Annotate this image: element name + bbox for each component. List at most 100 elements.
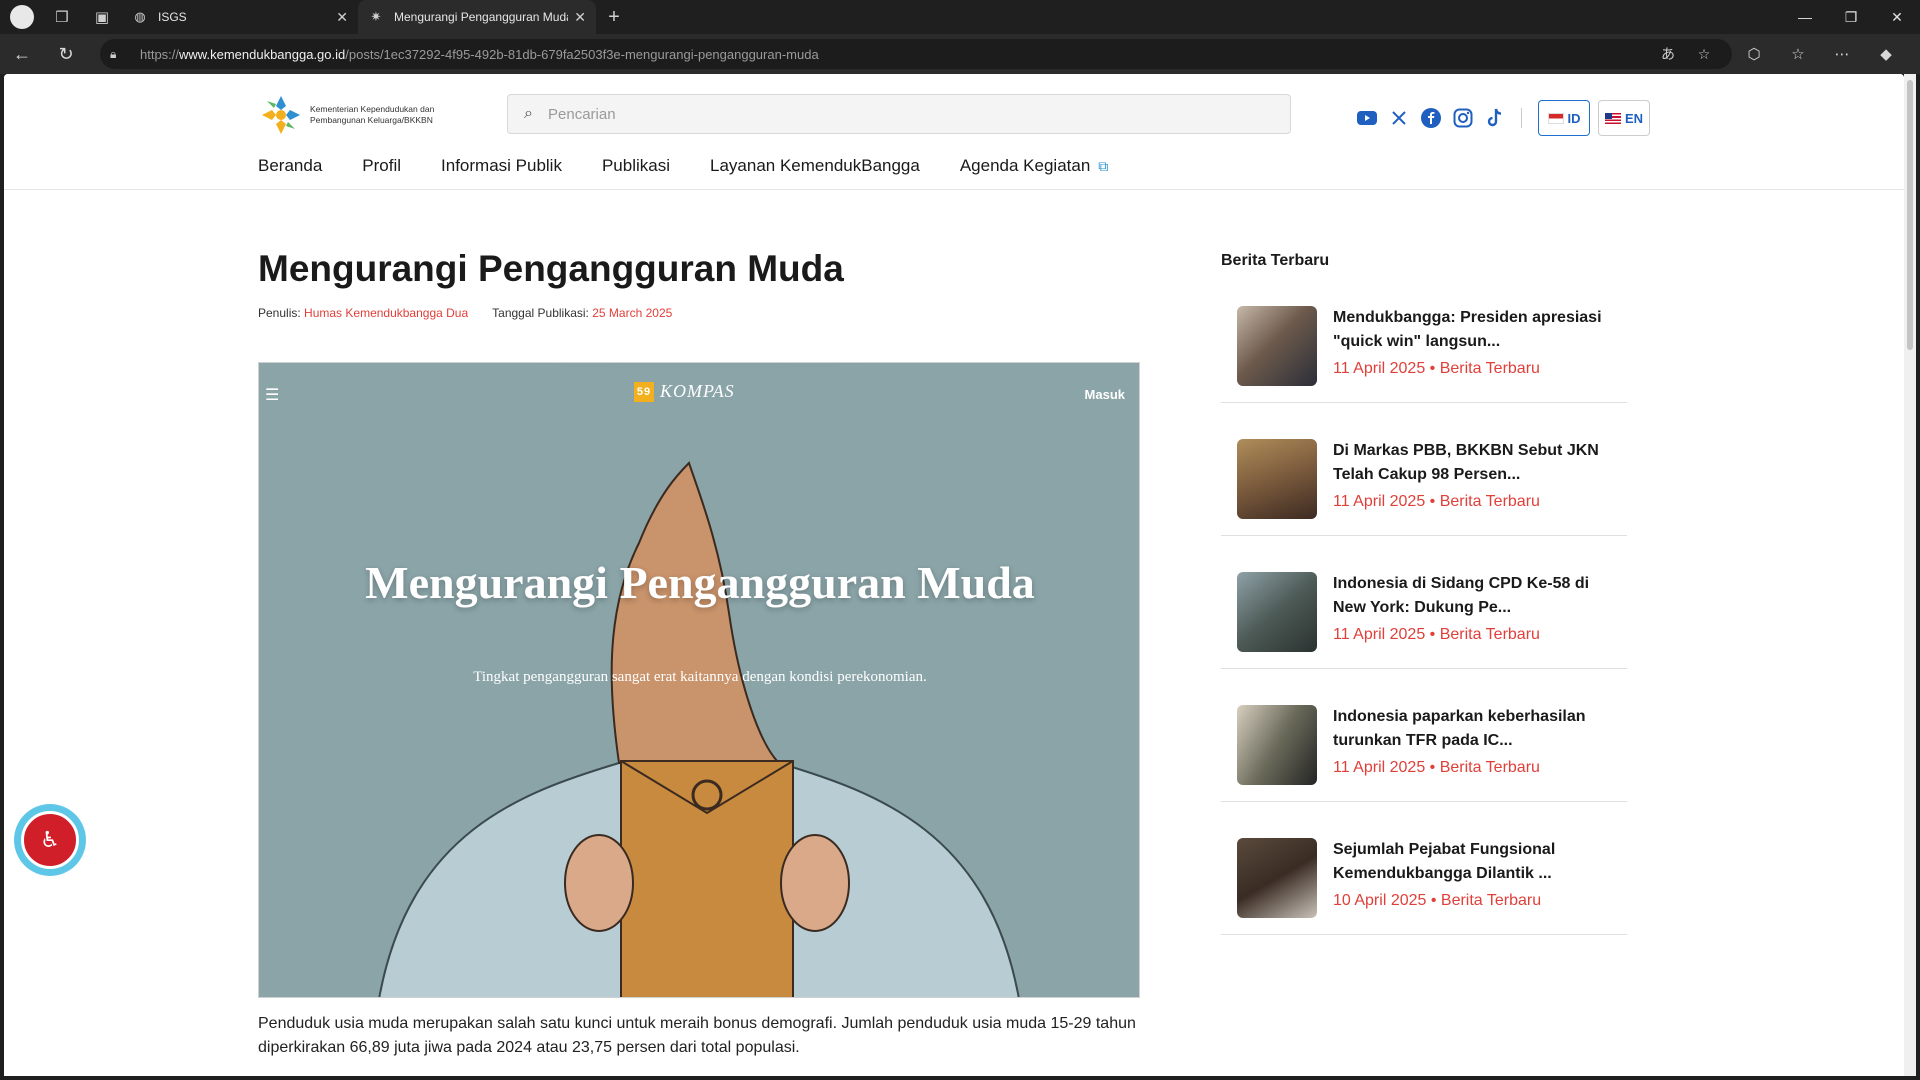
news-headline[interactable]: Sejumlah Pejabat Fungsional Kemendukbang… <box>1333 838 1611 886</box>
browser-tab-active[interactable]: ✷ Mengurangi Pengangguran Muda ✕ <box>358 0 596 34</box>
news-meta: 11 April 2025 • Berita Terbaru <box>1333 360 1540 377</box>
external-link-icon: ⧉ <box>1098 157 1109 174</box>
news-item[interactable]: Indonesia paparkan keberhasilan turunkan… <box>1221 689 1627 802</box>
url-path: /posts/1ec37292-4f95-492b-81db-679fa2503… <box>345 46 819 62</box>
sidebar-title: Berita Terbaru <box>1221 252 1330 269</box>
article-meta: Penulis: Humas Kemendukbangga Dua Tangga… <box>258 306 672 320</box>
main-nav: Beranda Profil Informasi Publik Publikas… <box>258 156 1148 176</box>
refresh-icon[interactable]: ↻ <box>44 34 88 74</box>
lock-icon[interactable]: 🔒︎ <box>110 47 132 62</box>
url-domain: www.kemendukbangga.go.id <box>179 46 346 62</box>
hero-subtitle: Tingkat pengangguran sangat erat kaitann… <box>473 669 927 685</box>
site-favicon-icon: ✷ <box>370 9 382 24</box>
site-logo[interactable]: Kementerian Kependudukan dan Pembangunan… <box>258 92 450 138</box>
nav-agenda-label: Agenda Kegiatan <box>959 156 1091 175</box>
page-scrollbar[interactable] <box>1904 74 1916 1076</box>
article-title: Mengurangi Pengangguran Muda <box>258 248 844 289</box>
url-prefix: https:// <box>140 46 180 62</box>
lang-en-button[interactable]: EN <box>1598 100 1650 136</box>
close-tab-icon[interactable]: ✕ <box>336 9 348 26</box>
new-tab-button[interactable]: + <box>596 0 632 34</box>
latest-news-list: Mendukbangga: Presiden apresiasi "quick … <box>1221 290 1627 955</box>
news-meta: 11 April 2025 • Berita Terbaru <box>1333 493 1540 510</box>
nav-profil[interactable]: Profil <box>362 156 401 176</box>
article-body: Penduduk usia muda merupakan salah satu … <box>258 1015 1136 1056</box>
news-thumbnail[interactable] <box>1237 705 1317 785</box>
nav-agenda-kegiatan[interactable]: Agenda Kegiatan ⧉ <box>960 156 1108 176</box>
vertical-tabs-icon[interactable]: ▣ <box>82 0 122 34</box>
favorites-icon[interactable]: ☆ <box>1776 34 1820 74</box>
copilot-icon[interactable]: ◆ <box>1864 34 1908 74</box>
restore-icon[interactable]: ❐ <box>1828 0 1874 34</box>
back-icon[interactable]: ← <box>0 34 44 74</box>
kompas-brand: KOMPAS <box>660 381 735 401</box>
author-meta: Penulis: Humas Kemendukbangga Dua <box>258 306 468 320</box>
nav-layanan[interactable]: Layanan KemendukBangga <box>710 156 920 176</box>
author-name[interactable]: Humas Kemendukbangga Dua <box>304 306 468 320</box>
lang-en-label: EN <box>1624 110 1644 126</box>
news-meta: 10 April 2025 • Berita Terbaru <box>1333 892 1542 909</box>
search-input[interactable] <box>548 105 1248 123</box>
date-label: Tanggal Publikasi: <box>492 306 589 320</box>
hero-login-label: Masuk <box>1084 387 1125 402</box>
x-twitter-icon[interactable] <box>1383 104 1415 132</box>
minimize-icon[interactable]: — <box>1782 0 1828 34</box>
news-meta: 11 April 2025 • Berita Terbaru <box>1333 759 1540 776</box>
read-aloud-icon[interactable]: あ <box>1650 44 1686 64</box>
address-toolbar: ← ↻ 🔒︎ https://www.kemendukbangga.go.id/… <box>0 34 1920 74</box>
news-thumbnail[interactable] <box>1237 838 1317 918</box>
hamburger-menu-icon: ☰ <box>265 387 280 404</box>
browser-tab-bar: ❒ ▣ ◍ ISGS ✕ ✷ Mengurangi Pengangguran M… <box>0 0 1920 34</box>
instagram-icon[interactable] <box>1447 104 1479 132</box>
article-hero-image: ☰ 59 KOMPAS Masuk Mengurangi Penganggura… <box>258 362 1140 998</box>
close-window-icon[interactable]: ✕ <box>1874 0 1920 34</box>
search-box[interactable]: ⌕ <box>507 94 1291 134</box>
indonesia-flag-icon <box>1547 112 1564 124</box>
scrollbar-thumb[interactable] <box>1907 80 1913 350</box>
kompas-badge: 59 <box>634 381 654 402</box>
divider <box>1521 108 1522 128</box>
logo-mark-icon <box>262 96 300 134</box>
browser-tab[interactable]: ◍ ISGS ✕ <box>122 0 358 34</box>
address-bar[interactable]: 🔒︎ https://www.kemendukbangga.go.id/post… <box>100 39 1732 69</box>
news-item[interactable]: Sejumlah Pejabat Fungsional Kemendukbang… <box>1221 822 1627 935</box>
accessibility-button[interactable]: ♿︎ <box>14 804 86 876</box>
youtube-icon[interactable] <box>1351 104 1383 132</box>
news-thumbnail[interactable] <box>1237 306 1317 386</box>
window-controls: — ❐ ✕ <box>1782 0 1920 34</box>
us-flag-icon <box>1604 112 1621 124</box>
lang-id-label: ID <box>1567 110 1581 126</box>
hero-title: Mengurangi Pengangguran Muda <box>365 557 1035 608</box>
kompas-logo: 59 KOMPAS <box>634 381 735 402</box>
nav-informasi-publik[interactable]: Informasi Publik <box>441 156 562 176</box>
date-meta: Tanggal Publikasi: 25 March 2025 <box>492 306 672 320</box>
favorite-star-icon[interactable]: ☆ <box>1686 46 1722 63</box>
logo-text: Kementerian Kependudukan dan Pembangunan… <box>310 104 435 125</box>
facebook-icon[interactable] <box>1415 104 1447 132</box>
close-tab-icon[interactable]: ✕ <box>574 9 586 26</box>
workspaces-icon[interactable]: ❒ <box>42 0 82 34</box>
news-item[interactable]: Mendukbangga: Presiden apresiasi "quick … <box>1221 290 1627 403</box>
nav-publikasi[interactable]: Publikasi <box>602 156 670 176</box>
extensions-icon[interactable]: ⬡ <box>1732 34 1776 74</box>
news-thumbnail[interactable] <box>1237 439 1317 519</box>
search-icon: ⌕ <box>524 105 533 122</box>
globe-icon: ◍ <box>134 9 146 24</box>
more-menu-icon[interactable]: ⋯ <box>1820 34 1864 74</box>
news-item[interactable]: Di Markas PBB, BKKBN Sebut JKN Telah Cak… <box>1221 423 1627 536</box>
tiktok-icon[interactable] <box>1479 104 1511 132</box>
nav-beranda[interactable]: Beranda <box>258 156 322 176</box>
news-headline[interactable]: Mendukbangga: Presiden apresiasi "quick … <box>1333 306 1611 354</box>
news-headline[interactable]: Di Markas PBB, BKKBN Sebut JKN Telah Cak… <box>1333 439 1611 487</box>
author-label: Penulis: <box>258 306 301 320</box>
social-links: ID EN <box>1351 100 1658 136</box>
url-text[interactable]: https://www.kemendukbangga.go.id/posts/1… <box>140 47 1650 62</box>
news-item[interactable]: Indonesia di Sidang CPD Ke-58 di New Yor… <box>1221 556 1627 669</box>
news-headline[interactable]: Indonesia di Sidang CPD Ke-58 di New Yor… <box>1333 572 1611 620</box>
news-thumbnail[interactable] <box>1237 572 1317 652</box>
page-viewport: Kementerian Kependudukan dan Pembangunan… <box>4 74 1904 1076</box>
accessibility-icon: ♿︎ <box>21 811 79 869</box>
news-headline[interactable]: Indonesia paparkan keberhasilan turunkan… <box>1333 705 1611 753</box>
profile-avatar[interactable] <box>10 5 34 29</box>
lang-id-button[interactable]: ID <box>1538 100 1590 136</box>
